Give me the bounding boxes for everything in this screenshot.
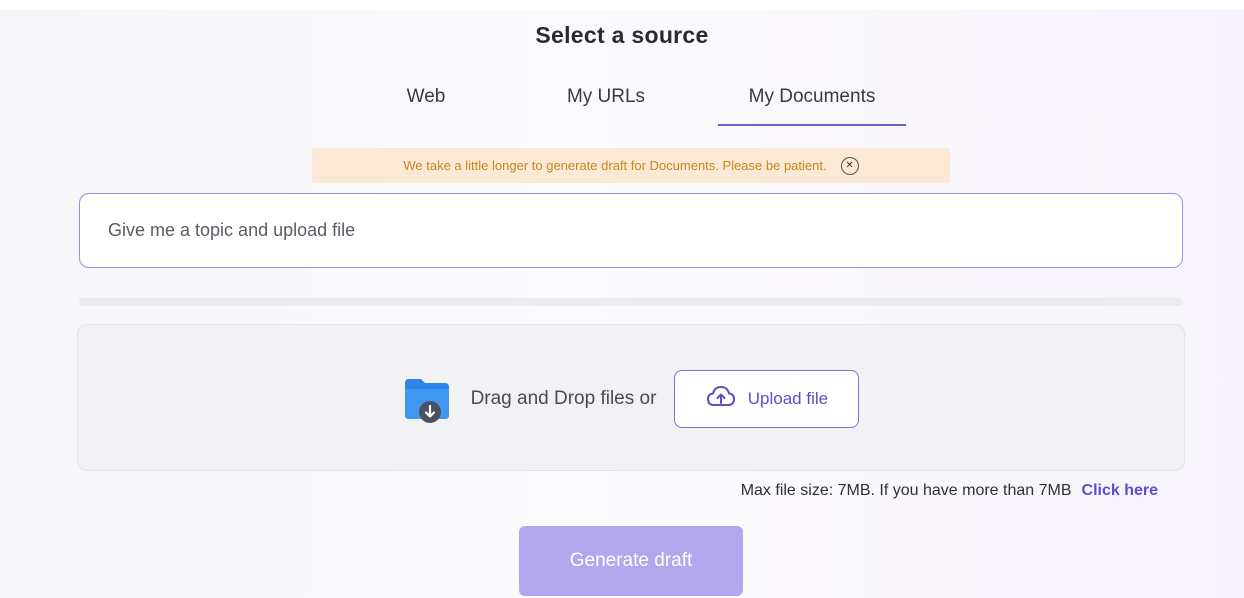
max-size-text: Max file size: 7MB. If you have more tha… <box>740 482 1072 499</box>
cloud-upload-icon <box>706 385 736 414</box>
source-tabs: Web My URLs My Documents <box>0 82 1244 128</box>
divider <box>79 298 1183 306</box>
notice-text: We take a little longer to generate draf… <box>403 158 827 173</box>
dropzone-text: Drag and Drop files or <box>470 388 657 409</box>
click-here-link[interactable]: Click here <box>1082 482 1158 499</box>
max-file-size-note: Max file size: 7MB. If you have more tha… <box>741 482 1158 500</box>
close-circle-icon[interactable]: ✕ <box>840 156 859 175</box>
tab-my-urls[interactable]: My URLs <box>540 82 672 126</box>
upload-file-label: Upload file <box>747 389 829 408</box>
generate-draft-button[interactable]: Generate draft <box>519 526 743 596</box>
file-dropzone[interactable]: Drag and Drop files or Upload file <box>77 324 1185 471</box>
documents-notice: We take a little longer to generate draf… <box>312 148 950 183</box>
page: Select a source Web My URLs My Documents… <box>0 0 1244 598</box>
page-title: Select a source <box>535 22 709 48</box>
topic-input[interactable] <box>79 193 1183 268</box>
tab-web[interactable]: Web <box>380 82 472 126</box>
tab-my-documents[interactable]: My Documents <box>718 82 906 126</box>
upload-file-button[interactable]: Upload file <box>674 370 860 428</box>
folder-download-icon <box>403 375 451 423</box>
